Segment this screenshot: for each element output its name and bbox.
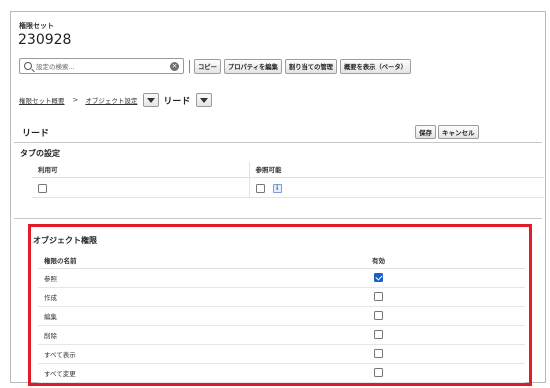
permission-name: 編集 bbox=[38, 306, 366, 326]
breadcrumb: 権限セット概要 > オブジェクト設定 リード bbox=[19, 92, 216, 108]
object-permissions-title: オブジェクト権限 bbox=[33, 236, 97, 245]
settings-search-input[interactable]: 設定の検索... × bbox=[19, 58, 184, 74]
edit-properties-button[interactable]: プロパティを編集 bbox=[223, 58, 282, 74]
view-all-permission-checkbox[interactable] bbox=[374, 349, 383, 358]
column-header-permission-name: 権限の名前 bbox=[38, 252, 366, 269]
tab-visible-checkbox[interactable] bbox=[255, 183, 265, 193]
action-buttons: 保存 キャンセル bbox=[415, 125, 481, 139]
create-permission-checkbox[interactable] bbox=[374, 292, 383, 301]
tab-visible-cell: i bbox=[248, 177, 544, 198]
tab-settings-divider bbox=[14, 218, 542, 219]
save-button[interactable]: 保存 bbox=[415, 125, 436, 139]
table-row: 参照 bbox=[38, 268, 525, 288]
edit-permission-checkbox[interactable] bbox=[374, 311, 383, 320]
column-header-available: 利用可 bbox=[32, 162, 249, 178]
object-settings-dropdown-button[interactable] bbox=[143, 93, 160, 107]
permission-name: すべて表示 bbox=[38, 344, 366, 364]
tab-settings-title: タブの設定 bbox=[20, 149, 60, 158]
cancel-button[interactable]: キャンセル bbox=[438, 125, 479, 139]
search-placeholder: 設定の検索... bbox=[36, 63, 75, 71]
tab-available-cell bbox=[32, 177, 249, 198]
permission-set-page: 権限セット 230928 設定の検索... × コピー プロパティを編集 割り当… bbox=[10, 11, 546, 386]
table-row: すべて変更 bbox=[38, 363, 525, 383]
info-icon[interactable]: i bbox=[272, 183, 282, 193]
read-permission-checkbox[interactable] bbox=[374, 273, 383, 282]
breadcrumb-current-object: リード bbox=[163, 96, 191, 107]
table-row: 削除 bbox=[38, 325, 525, 345]
table-row: 作成 bbox=[38, 287, 525, 307]
column-header-visible: 参照可能 bbox=[248, 162, 544, 178]
clear-search-icon[interactable]: × bbox=[170, 61, 179, 71]
section-divider bbox=[14, 142, 542, 143]
view-summary-button[interactable]: 概要を表示（ベータ） bbox=[339, 58, 411, 74]
manage-assignments-button[interactable]: 割り当ての管理 bbox=[284, 58, 337, 74]
toolbar-divider bbox=[189, 59, 190, 73]
permission-set-name: 230928 bbox=[18, 32, 72, 48]
column-header-enabled: 有効 bbox=[366, 252, 525, 269]
table-row: 編集 bbox=[38, 306, 525, 326]
permission-name: すべて変更 bbox=[38, 363, 366, 383]
breadcrumb-object-settings-link[interactable]: オブジェクト設定 bbox=[85, 95, 137, 105]
tab-available-checkbox[interactable] bbox=[38, 183, 47, 193]
delete-permission-checkbox[interactable] bbox=[374, 330, 383, 339]
permission-name: 参照 bbox=[38, 268, 366, 288]
permission-name: 削除 bbox=[38, 325, 366, 345]
toolbar: 設定の検索... × コピー プロパティを編集 割り当ての管理 概要を表示（ベー… bbox=[19, 57, 414, 75]
copy-button[interactable]: コピー bbox=[194, 58, 221, 74]
permission-name: 作成 bbox=[38, 287, 366, 307]
search-icon bbox=[24, 62, 32, 70]
table-row: すべて表示 bbox=[38, 344, 525, 364]
modify-all-permission-checkbox[interactable] bbox=[374, 368, 383, 377]
breadcrumb-overview-link[interactable]: 権限セット概要 bbox=[19, 95, 65, 105]
tab-settings-table: 利用可 参照可能 i bbox=[32, 162, 544, 198]
object-type-label: 権限セット bbox=[19, 22, 54, 30]
breadcrumb-separator: > bbox=[72, 96, 79, 104]
object-permissions-table: 権限の名前 有効 参照 作成 編集 削除 すべて表示 すべて変更 bbox=[38, 252, 525, 383]
section-title: リード bbox=[22, 129, 50, 139]
object-dropdown-button[interactable] bbox=[196, 93, 213, 107]
